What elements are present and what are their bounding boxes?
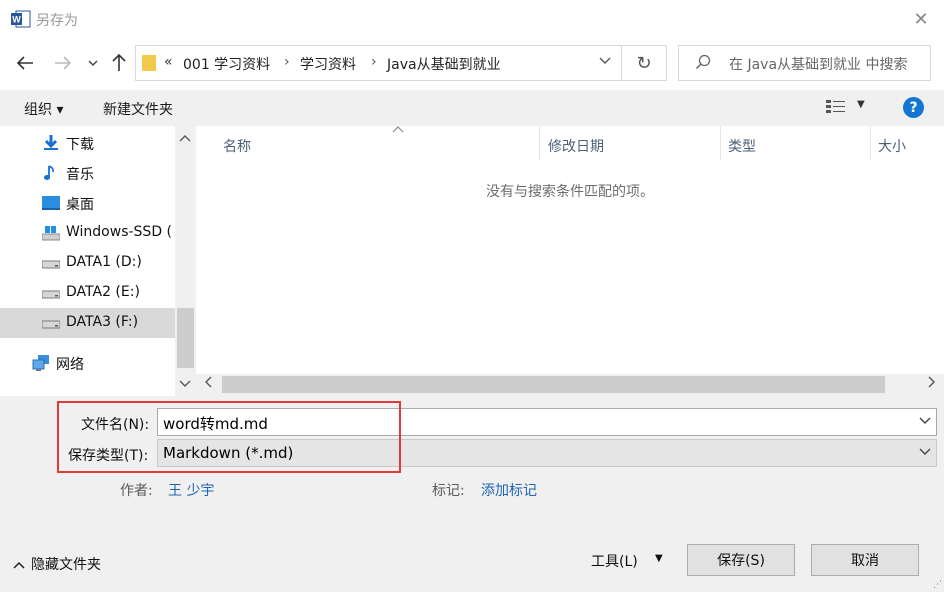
tools-dropdown-icon[interactable]: ▼ [655, 553, 663, 564]
close-icon[interactable]: ✕ [908, 6, 934, 32]
add-tags-link[interactable]: 添加标记 [481, 480, 537, 500]
sidebar-scrollbar[interactable] [175, 126, 196, 396]
scrollbar-thumb[interactable] [177, 308, 194, 368]
scroll-up-icon[interactable] [179, 132, 191, 145]
navigation-bar: « 001 学习资料 › 学习资料 › Java从基础到就业 ↻ 在 Java从… [0, 38, 944, 90]
sidebar-item-label: 下载 [66, 137, 94, 153]
sidebar-item-music[interactable]: 音乐 [0, 158, 175, 188]
music-icon [44, 165, 54, 180]
drive-icon [42, 290, 60, 299]
drive-icon [42, 260, 60, 269]
sort-ascending-icon [392, 126, 404, 133]
column-header-modified[interactable]: 修改日期 [541, 126, 721, 160]
hide-folders-button[interactable]: 隐藏文件夹 [13, 554, 101, 574]
breadcrumb-item[interactable]: 学习资料 [300, 54, 356, 74]
sidebar-item-label: DATA1 (D:) [66, 254, 142, 270]
drive-icon [42, 226, 60, 241]
highlight-box [57, 401, 401, 473]
scroll-right-icon[interactable] [928, 376, 936, 391]
save-form: 文件名(N): word转md.md 保存类型(T): Markdown (*.… [0, 396, 944, 592]
sidebar-item-label: 桌面 [66, 197, 94, 213]
window-title: 另存为 [36, 13, 78, 29]
breadcrumb-item[interactable]: Java从基础到就业 [387, 54, 501, 74]
scrollbar-thumb[interactable] [222, 376, 885, 393]
word-app-icon: W [11, 10, 31, 28]
desktop-icon [42, 196, 60, 210]
drive-icon [42, 320, 60, 329]
sidebar-item-windows-ssd[interactable]: Windows-SSD ( [0, 218, 175, 248]
chevron-down-icon[interactable] [599, 54, 611, 69]
recent-locations-chevron-icon[interactable] [84, 52, 102, 74]
search-input[interactable]: 在 Java从基础到就业 中搜索 [729, 54, 907, 74]
sidebar-item-downloads[interactable]: 下载 [0, 128, 175, 158]
scroll-left-icon[interactable] [204, 376, 212, 391]
cancel-button[interactable]: 取消 [811, 544, 919, 576]
organize-menu-button[interactable]: 组织 ▾ [24, 99, 63, 119]
svg-text:W: W [12, 15, 21, 25]
scroll-down-icon[interactable] [179, 378, 191, 391]
file-list: 名称 修改日期 类型 大小 没有与搜索条件匹配的项。 [196, 126, 944, 396]
navigation-pane: 下载 音乐 桌面 Windows-SSD ( DATA1 (D:) DATA2 … [0, 126, 196, 396]
sidebar-item-data3[interactable]: DATA3 (F:) [0, 308, 175, 338]
view-dropdown-icon[interactable]: ▼ [857, 99, 865, 110]
tools-button[interactable]: 工具(L) [591, 551, 638, 571]
up-arrow-icon[interactable] [108, 52, 130, 74]
search-box[interactable]: 在 Java从基础到就业 中搜索 [678, 45, 931, 81]
resize-grip-icon[interactable]: ⋰ [933, 580, 942, 590]
sidebar-item-data2[interactable]: DATA2 (E:) [0, 278, 175, 308]
refresh-icon[interactable]: ↻ [622, 45, 667, 81]
network-icon [32, 355, 49, 371]
help-icon[interactable]: ? [903, 97, 924, 118]
sidebar-item-label: Windows-SSD ( [66, 224, 173, 240]
empty-message: 没有与搜索条件匹配的项。 [486, 184, 654, 200]
chevron-up-icon [13, 561, 25, 569]
breadcrumb-item[interactable]: 001 学习资料 [183, 54, 270, 74]
author-link[interactable]: 王 少宇 [168, 480, 214, 500]
chevron-down-icon[interactable] [919, 445, 931, 459]
view-options-icon[interactable] [826, 100, 846, 114]
sidebar-item-desktop[interactable]: 桌面 [0, 188, 175, 218]
sidebar-item-label: 音乐 [66, 167, 94, 183]
back-arrow-icon[interactable] [14, 52, 36, 74]
chevron-down-icon[interactable] [919, 414, 931, 428]
sidebar-item-label: DATA3 (F:) [66, 314, 139, 330]
address-bar[interactable]: « 001 学习资料 › 学习资料 › Java从基础到就业 [135, 45, 622, 81]
save-button[interactable]: 保存(S) [687, 544, 795, 576]
toolbar: 组织 ▾ 新建文件夹 ▼ ? [0, 90, 944, 126]
tags-label: 标记: [432, 483, 465, 499]
column-header-size[interactable]: 大小 [871, 126, 944, 160]
forward-arrow-icon[interactable] [52, 52, 74, 74]
download-icon [44, 135, 58, 150]
folder-icon [142, 55, 156, 71]
chevron-right-icon[interactable]: › [371, 54, 377, 70]
new-folder-button[interactable]: 新建文件夹 [103, 99, 173, 119]
sidebar-item-network[interactable]: 网络 [0, 348, 165, 378]
title-bar: W 另存为 ✕ [0, 0, 944, 38]
column-header-type[interactable]: 类型 [721, 126, 871, 160]
sidebar-item-data1[interactable]: DATA1 (D:) [0, 248, 175, 278]
author-label: 作者: [120, 483, 153, 499]
sidebar-item-label: 网络 [56, 357, 84, 373]
search-icon [695, 54, 711, 74]
horizontal-scrollbar[interactable] [196, 374, 944, 396]
column-header-name[interactable]: 名称 [216, 126, 540, 160]
breadcrumb-overflow[interactable]: « [164, 54, 173, 70]
sidebar-item-label: DATA2 (E:) [66, 284, 140, 300]
chevron-right-icon[interactable]: › [284, 54, 290, 70]
